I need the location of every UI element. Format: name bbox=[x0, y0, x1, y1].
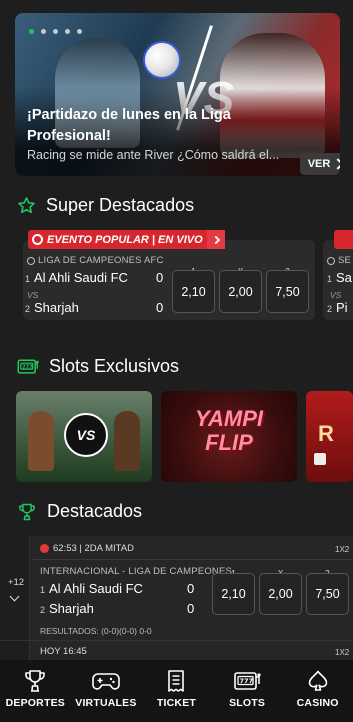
popular-live-badge-next[interactable] bbox=[334, 230, 353, 249]
hero-banner[interactable]: VS ¡Partidazo de lunes en la Liga Profes… bbox=[15, 13, 340, 176]
nav-item-deportes[interactable]: DEPORTES bbox=[0, 660, 71, 722]
nav-label: VIRTUALES bbox=[75, 697, 137, 709]
section-slots-exclusivos: 777 Slots Exclusivos bbox=[17, 356, 179, 377]
slot-tile-partial[interactable]: R bbox=[306, 391, 353, 482]
odd-button-2[interactable]: 7,50 bbox=[306, 573, 349, 615]
score-home: 0 bbox=[156, 270, 164, 285]
slot-tile-logo: VS bbox=[64, 413, 108, 457]
market-label: 1X2 bbox=[335, 545, 350, 554]
league-label-next: SE bbox=[327, 255, 351, 266]
slot-tile-logo: R bbox=[318, 421, 334, 446]
odd-button-1[interactable]: 2,10 bbox=[212, 573, 255, 615]
live-icon bbox=[32, 234, 43, 245]
nav-label: DEPORTES bbox=[5, 697, 65, 709]
dice-image bbox=[314, 453, 326, 465]
globe-icon bbox=[27, 256, 35, 265]
league-label: LIGA DE CAMPEONES AFC bbox=[27, 255, 164, 266]
carousel-dots bbox=[29, 29, 82, 34]
popular-live-badge[interactable]: EVENTO POPULAR | EN VIVO bbox=[28, 230, 225, 249]
nav-item-ticket[interactable]: TICKET bbox=[141, 660, 212, 722]
odd-button-1[interactable]: 2,10 bbox=[172, 270, 215, 313]
carousel-dot[interactable] bbox=[77, 29, 82, 34]
slot-machine-icon: 777 bbox=[234, 672, 261, 690]
bottom-navigation: DEPORTES VIRTUALES TICKET 777 SLOTS CASI… bbox=[0, 660, 353, 722]
section-title: Super Destacados bbox=[46, 195, 195, 215]
team-away: 2 Sharjah bbox=[40, 601, 94, 616]
chevron-right-icon bbox=[332, 158, 340, 170]
carousel-dot[interactable] bbox=[65, 29, 70, 34]
results-line: RESULTADOS: (0-0)(0-0) 0-0 bbox=[40, 626, 152, 636]
nav-item-slots[interactable]: 777 SLOTS bbox=[212, 660, 283, 722]
more-markets-column bbox=[0, 641, 30, 661]
section-title: Destacados bbox=[47, 501, 143, 521]
odd-button-2[interactable]: 7,50 bbox=[266, 270, 309, 313]
hero-title: ¡Partidazo de lunes en la Liga Profesion… bbox=[27, 107, 231, 144]
section-title: Slots Exclusivos bbox=[49, 356, 180, 376]
slot-tile-logo: YAMPI FLIP bbox=[194, 406, 264, 455]
hero-subtitle: Racing se mide ante River ¿Cómo saldrá e… bbox=[27, 148, 280, 162]
vs-label-next: VS bbox=[330, 290, 342, 300]
hero-ver-button[interactable]: VER bbox=[300, 153, 340, 175]
nav-label: TICKET bbox=[156, 697, 197, 709]
nav-item-virtuales[interactable]: VIRTUALES bbox=[71, 660, 142, 722]
spade-icon bbox=[308, 670, 327, 691]
nav-label: SLOTS bbox=[229, 697, 266, 709]
team-home: 1 Al Ahli Saudi FC bbox=[25, 270, 128, 285]
team-away-next: 2 Pi bbox=[327, 300, 348, 315]
svg-text:777: 777 bbox=[240, 677, 254, 685]
divider bbox=[33, 559, 353, 560]
section-super-destacados: Super Destacados bbox=[17, 195, 194, 216]
hero-ver-label: VER bbox=[307, 158, 331, 170]
carousel-dot[interactable] bbox=[53, 29, 58, 34]
nav-label: CASINO bbox=[296, 697, 339, 709]
slot-machine-icon: 777 bbox=[17, 358, 39, 374]
receipt-icon bbox=[168, 670, 185, 692]
market-label: 1X2 bbox=[335, 648, 350, 657]
vs-label: VS bbox=[27, 290, 39, 300]
badge-label: EVENTO POPULAR | EN VIVO bbox=[47, 233, 203, 246]
jockey-image bbox=[114, 411, 140, 471]
section-destacados: Destacados bbox=[17, 501, 142, 522]
team-away: 2 Sharjah bbox=[25, 300, 79, 315]
chevron-right-icon bbox=[206, 230, 225, 249]
globe-icon bbox=[327, 256, 335, 265]
score-away: 0 bbox=[156, 300, 164, 315]
team-home-next: 1 Sa bbox=[327, 270, 352, 285]
match-time-status: 62:53 | 2DA MITAD bbox=[53, 543, 134, 554]
more-markets-column[interactable] bbox=[0, 536, 30, 640]
gamepad-icon bbox=[92, 673, 120, 690]
team-home: 1 Al Ahli Saudi FC bbox=[40, 581, 143, 596]
slot-tile-yampi-flip[interactable]: YAMPI FLIP bbox=[161, 391, 297, 482]
score-home: 0 bbox=[187, 581, 195, 596]
odd-button-x[interactable]: 2,00 bbox=[259, 573, 302, 615]
more-markets-count[interactable]: +12 bbox=[5, 577, 27, 588]
carousel-dot[interactable] bbox=[41, 29, 46, 34]
svg-text:777: 777 bbox=[22, 364, 33, 370]
trophy-icon bbox=[25, 670, 46, 692]
trophy-icon bbox=[19, 503, 35, 520]
star-icon bbox=[18, 197, 35, 214]
odd-button-x[interactable]: 2,00 bbox=[219, 270, 262, 313]
carousel-dot-active[interactable] bbox=[29, 29, 34, 34]
nav-item-casino[interactable]: CASINO bbox=[282, 660, 353, 722]
match-start-time: HOY 16:45 bbox=[40, 646, 87, 657]
slot-tile-vs-horses[interactable]: VS bbox=[16, 391, 152, 482]
jockey-image bbox=[28, 411, 54, 471]
live-indicator-icon bbox=[40, 544, 49, 553]
score-away: 0 bbox=[187, 601, 195, 616]
